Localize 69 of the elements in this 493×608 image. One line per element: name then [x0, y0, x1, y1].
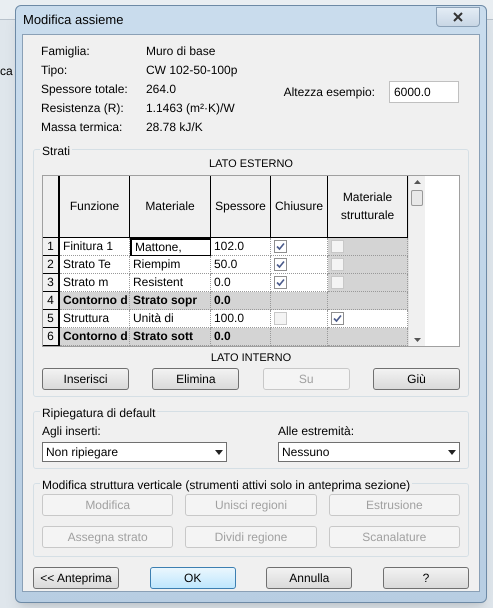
- table-cell: Struttura: [60, 310, 130, 328]
- column-header: Materiale: [130, 176, 211, 236]
- checkbox[interactable]: [274, 240, 287, 252]
- table-cell[interactable]: Riempim: [130, 256, 211, 274]
- table-cell: 100.0: [211, 310, 271, 328]
- column-header: Chiusure: [271, 176, 328, 236]
- info-value: 1.1463 (m²·K)/W: [146, 100, 235, 117]
- table-cell: 0.0: [211, 328, 271, 346]
- checkmark-icon: [333, 314, 342, 322]
- checkbox[interactable]: [274, 258, 287, 270]
- button[interactable]: Annulla: [266, 567, 352, 589]
- table-cell: Strato m: [60, 274, 130, 292]
- table-cell[interactable]: Resistent: [130, 274, 211, 292]
- close-button[interactable]: [436, 7, 480, 27]
- button[interactable]: Inserisci: [42, 368, 129, 390]
- column-header: Materiale strutturale: [328, 176, 408, 236]
- info-label: Resistenza (R):: [41, 100, 125, 117]
- row-number: 3: [43, 274, 60, 292]
- dropdown[interactable]: Non ripiegare: [42, 442, 227, 462]
- dropdown-arrow-icon: [215, 450, 223, 454]
- info-value: 28.78 kJ/K: [146, 119, 203, 136]
- button[interactable]: Elimina: [152, 368, 240, 390]
- info-label: Spessore totale:: [41, 81, 129, 98]
- scroll-up-icon: [414, 180, 421, 184]
- info-value: 264.0: [146, 81, 176, 98]
- close-icon: [453, 12, 463, 22]
- table-cell: Strato Te: [60, 256, 130, 274]
- table-cell[interactable]: Mattone,: [130, 238, 211, 256]
- dropdown[interactable]: Nessuno: [278, 442, 460, 462]
- checkbox[interactable]: [274, 276, 287, 288]
- info-value: Muro di base: [146, 43, 216, 60]
- column-header: Funzione: [60, 176, 130, 236]
- row-number: 5: [43, 310, 60, 328]
- caption: LATO INTERNO: [210, 350, 292, 366]
- table-cell: Contorno d: [60, 328, 130, 346]
- column-header: Spessore: [211, 176, 271, 236]
- field-label: Agli inserti:: [42, 423, 102, 440]
- field-label: Altezza esempio:: [284, 84, 375, 101]
- button[interactable]: OK: [150, 567, 236, 589]
- table-cell: 0.0: [211, 274, 271, 292]
- row-number: 4: [43, 292, 60, 310]
- info-value: CW 102-50-100p: [146, 62, 238, 79]
- scroll-down-icon: [414, 338, 421, 342]
- table-cell[interactable]: Unità di: [130, 310, 211, 328]
- row-number: 2: [43, 256, 60, 274]
- table-cell[interactable]: Strato sott: [130, 328, 211, 346]
- window-title: Modifica assieme: [22, 11, 124, 30]
- button[interactable]: << Anteprima: [33, 567, 119, 589]
- checkbox[interactable]: [331, 312, 344, 324]
- table-cell: Finitura 1: [60, 238, 130, 256]
- info-label: Famiglia:: [41, 43, 91, 60]
- input-field[interactable]: 6000.0: [389, 81, 459, 103]
- dropdown-arrow-icon: [448, 450, 456, 454]
- scrollbar[interactable]: [408, 176, 425, 346]
- table-cell: 50.0: [211, 256, 271, 274]
- table-cell: Contorno d: [60, 292, 130, 310]
- info-label: Tipo:: [41, 62, 68, 79]
- background-label: ca: [0, 63, 13, 80]
- scroll-thumb[interactable]: [411, 190, 423, 206]
- table-cell[interactable]: Strato sopr: [130, 292, 211, 310]
- button[interactable]: Giù: [372, 368, 460, 390]
- table-cell: 102.0: [211, 238, 271, 256]
- row-number: 6: [43, 328, 60, 346]
- caption: LATO ESTERNO: [209, 157, 293, 172]
- button[interactable]: ?: [382, 567, 469, 589]
- row-number: 1: [43, 238, 60, 256]
- info-label: Massa termica:: [41, 119, 124, 136]
- field-label: Alle estremità:: [278, 423, 356, 440]
- table-cell: 0.0: [211, 292, 271, 310]
